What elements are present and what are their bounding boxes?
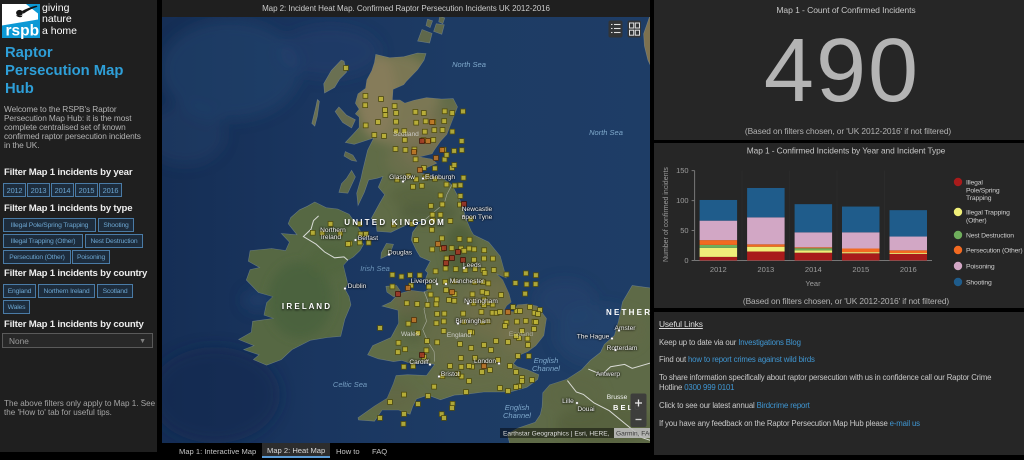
svg-text:Map 1 - Confirmed Incidents by: Map 1 - Confirmed Incidents by Year and … xyxy=(747,146,946,156)
svg-text:2012: 2012 xyxy=(710,265,727,274)
svg-text:North Sea: North Sea xyxy=(589,128,623,137)
svg-text:Shooting: Shooting xyxy=(966,280,992,287)
svg-text:Persecution (Other): Persecution (Other) xyxy=(966,248,1022,255)
svg-text:150: 150 xyxy=(676,166,689,175)
svg-text:2015: 2015 xyxy=(852,265,869,274)
svg-text:Illegal Trapping: Illegal Trapping xyxy=(966,210,1010,217)
svg-text:U N I T E D K I N G D O M: U N I T E D K I N G D O M xyxy=(344,218,444,227)
svg-text:Channel: Channel xyxy=(532,364,560,373)
svg-text:Liverpool: Liverpool xyxy=(411,278,438,285)
svg-text:Scotland: Scotland xyxy=(393,131,419,138)
svg-text:Glasgow: Glasgow xyxy=(389,174,415,181)
svg-text:(Other): (Other) xyxy=(966,217,986,224)
svg-text:Earthstar Geographics | Esri,: Earthstar Geographics | Esri, HERE, xyxy=(503,430,610,437)
svg-text:Trapping: Trapping xyxy=(966,195,992,202)
svg-text:England: England xyxy=(447,332,472,339)
svg-text:Wales: Wales xyxy=(401,331,420,338)
svg-text:Manchester: Manchester xyxy=(450,278,485,285)
svg-text:The Hague: The Hague xyxy=(577,334,610,341)
svg-text:Cardiff: Cardiff xyxy=(409,359,428,366)
svg-text:N E T H E R: N E T H E R xyxy=(606,308,650,317)
svg-text:rspb: rspb xyxy=(6,23,40,40)
svg-text:Edinburgh: Edinburgh xyxy=(425,174,455,181)
svg-text:Poisoning: Poisoning xyxy=(966,264,995,271)
svg-text:Garmin, FAO: Garmin, FAO xyxy=(616,430,650,437)
svg-text:Lille: Lille xyxy=(562,398,574,405)
svg-text:Pole/Spring: Pole/Spring xyxy=(966,187,1000,194)
svg-text:0: 0 xyxy=(684,256,688,265)
svg-text:Dublin: Dublin xyxy=(348,283,367,290)
svg-text:Illegal: Illegal xyxy=(966,180,983,187)
svg-text:50: 50 xyxy=(680,226,688,235)
svg-text:Douai: Douai xyxy=(577,406,595,413)
svg-text:100: 100 xyxy=(676,196,689,205)
svg-text:Leeds: Leeds xyxy=(463,262,482,269)
svg-text:North Sea: North Sea xyxy=(452,60,486,69)
svg-text:Number of confirmed incidents: Number of confirmed incidents xyxy=(663,167,670,262)
svg-text:Northern: Northern xyxy=(320,227,346,234)
svg-text:Channel: Channel xyxy=(503,411,531,420)
svg-text:Year: Year xyxy=(805,279,821,288)
svg-text:2016: 2016 xyxy=(900,265,917,274)
svg-text:Douglas: Douglas xyxy=(388,250,413,257)
svg-text:I R E L A N D: I R E L A N D xyxy=(282,302,330,311)
svg-text:Celtic Sea: Celtic Sea xyxy=(333,380,367,389)
svg-text:Ireland: Ireland xyxy=(321,234,341,241)
svg-text:London: London xyxy=(474,358,496,365)
svg-text:Irish Sea: Irish Sea xyxy=(360,264,390,273)
svg-text:Nest Destruction: Nest Destruction xyxy=(966,233,1014,240)
svg-text:Rotterdam: Rotterdam xyxy=(607,345,638,352)
svg-text:Newcastle: Newcastle xyxy=(462,206,493,213)
svg-text:England: England xyxy=(509,331,534,338)
svg-text:Bristol: Bristol xyxy=(441,371,460,378)
svg-text:Antwerp: Antwerp xyxy=(596,371,621,378)
svg-text:Brusse: Brusse xyxy=(607,394,628,401)
svg-text:Belfast: Belfast xyxy=(358,235,378,242)
svg-text:2014: 2014 xyxy=(805,265,822,274)
svg-text:(Based on filters chosen, or ': (Based on filters chosen, or 'UK 2012-20… xyxy=(743,296,950,306)
svg-text:Birmingham: Birmingham xyxy=(455,318,491,325)
svg-text:upon Tyne: upon Tyne xyxy=(462,214,493,221)
svg-text:2013: 2013 xyxy=(757,265,774,274)
